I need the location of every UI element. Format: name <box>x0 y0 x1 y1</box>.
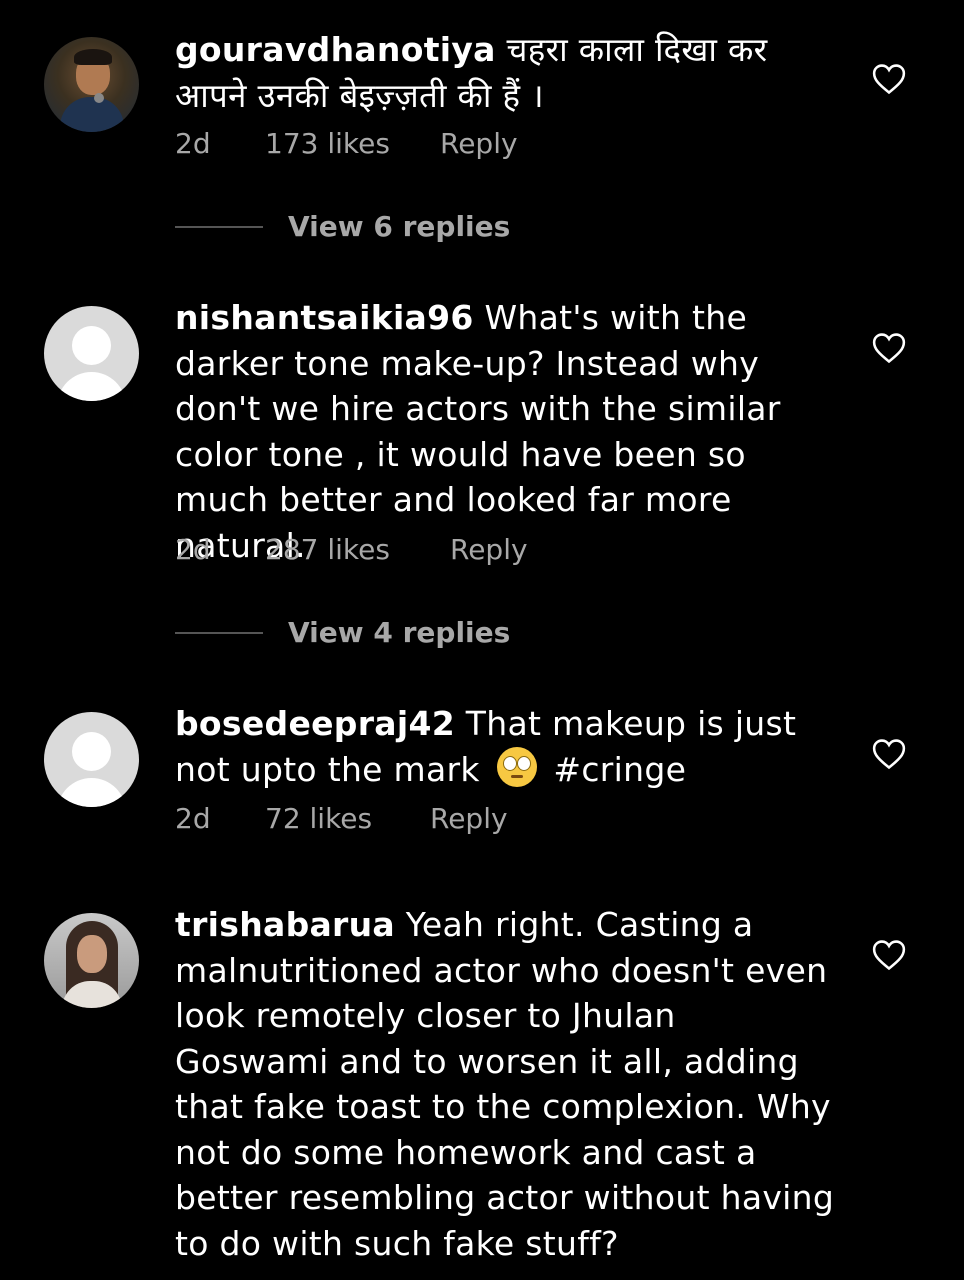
comment-likes[interactable]: 72 likes <box>265 802 430 835</box>
comment-meta: 2d 173 likes Reply <box>175 127 518 160</box>
heart-outline-icon[interactable] <box>872 738 906 770</box>
reply-button[interactable]: Reply <box>430 802 508 835</box>
heart-outline-icon[interactable] <box>872 63 906 95</box>
avatar[interactable] <box>44 712 139 807</box>
view-replies-label: View 4 replies <box>288 616 511 649</box>
comment-username[interactable]: bosedeepraj42 <box>175 704 455 743</box>
comment-username[interactable]: trishabarua <box>175 905 395 944</box>
comment-text: nishantsaikia96 What's with the darker t… <box>175 295 835 568</box>
comment-text: trishabarua Yeah right. Casting a malnut… <box>175 902 835 1266</box>
comment-meta: 2d 287 likes Reply <box>175 533 528 566</box>
view-replies-button[interactable]: View 6 replies <box>175 210 510 243</box>
heart-outline-icon[interactable] <box>872 332 906 364</box>
comment-body: What's with the darker tone make-up? Ins… <box>175 298 781 565</box>
divider-line <box>175 631 263 634</box>
comment-text: gouravdhanotiya चहरा काला दिखा कर आपने उ… <box>175 27 835 118</box>
avatar[interactable] <box>44 37 139 132</box>
comment-username[interactable]: gouravdhanotiya <box>175 30 496 69</box>
comment-time: 2d <box>175 533 211 566</box>
view-replies-label: View 6 replies <box>288 210 511 243</box>
comment-meta: 2d 72 likes Reply <box>175 802 508 835</box>
heart-outline-icon[interactable] <box>872 939 906 971</box>
view-replies-button[interactable]: View 4 replies <box>175 616 510 649</box>
comment-text: bosedeepraj42 That makeup is just not up… <box>175 701 835 792</box>
divider-line <box>175 225 263 228</box>
comment-body-end: #cringe <box>542 749 687 789</box>
comment-username[interactable]: nishantsaikia96 <box>175 298 474 337</box>
comment-time: 2d <box>175 127 211 160</box>
comment-likes[interactable]: 173 likes <box>265 127 440 160</box>
avatar[interactable] <box>44 306 139 401</box>
comment-likes[interactable]: 287 likes <box>265 533 450 566</box>
comment-time: 2d <box>175 802 211 835</box>
reply-button[interactable]: Reply <box>440 127 518 160</box>
avatar[interactable] <box>44 913 139 1008</box>
reply-button[interactable]: Reply <box>450 533 528 566</box>
comment-body: Yeah right. Casting a malnutritioned act… <box>175 905 835 1263</box>
face-with-rolling-eyes-icon <box>496 746 537 787</box>
